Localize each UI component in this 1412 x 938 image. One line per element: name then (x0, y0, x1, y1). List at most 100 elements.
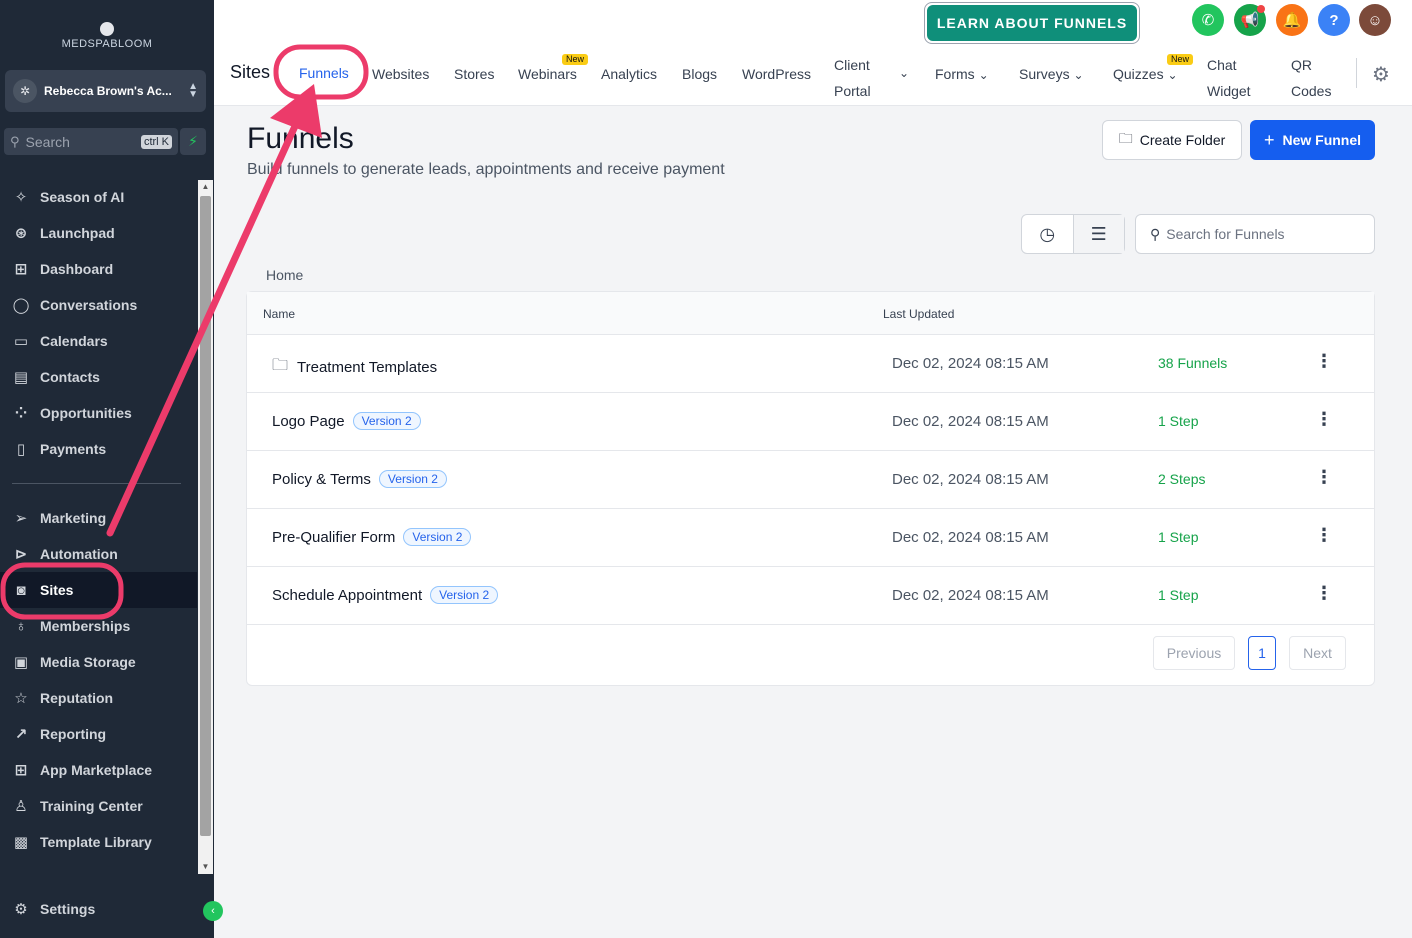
notification-dot (1257, 5, 1265, 13)
column-name[interactable]: Name (263, 307, 295, 321)
sidebar-item-automation[interactable]: ⊳ Automation (0, 536, 197, 572)
account-switcher[interactable]: ✲ Rebecca Brown's Ac... ▲ ▼ (5, 70, 206, 112)
sidebar-item-season-of-ai[interactable]: ✧ Season of AI (0, 179, 197, 215)
new-funnel-button[interactable]: + New Funnel (1250, 120, 1375, 160)
logo-icon (100, 22, 114, 36)
sidebar-item-dashboard[interactable]: ⊞ Dashboard (0, 251, 197, 287)
chevron-down-icon: ⌄ (1167, 68, 1178, 82)
sidebar-item-launchpad[interactable]: ⊛ Launchpad (0, 215, 197, 251)
scroll-down-icon[interactable]: ▼ (198, 860, 213, 874)
help-icon[interactable]: ? (1318, 4, 1350, 36)
badge-icon: ♁ (15, 617, 27, 635)
sidebar-item-reputation[interactable]: ☆ Reputation (0, 680, 197, 716)
more-options-icon[interactable]: ⋮ (1315, 467, 1333, 488)
row-name[interactable]: Treatment Templates (297, 359, 437, 376)
sidebar-item-media-storage[interactable]: ▣ Media Storage (0, 644, 197, 680)
table-row[interactable]: 🗀 Treatment Templates Dec 02, 2024 08:15 … (247, 335, 1374, 393)
table-row[interactable]: Logo Page Version 2 Dec 02, 2024 08:15 AM… (247, 393, 1374, 451)
top-navigation: Sites Funnels Websites Stores Webinars N… (214, 0, 1412, 106)
more-options-icon[interactable]: ⋮ (1315, 351, 1333, 372)
sidebar-item-contacts[interactable]: ▤ Contacts (0, 359, 197, 395)
page-number-button[interactable]: 1 (1248, 636, 1276, 670)
brand-logo[interactable]: MEDSPABLOOM (0, 22, 214, 50)
plus-icon: + (1263, 129, 1275, 150)
tab-webinars[interactable]: Webinars (518, 66, 577, 82)
sidebar-scrollbar[interactable]: ▲ ▼ (198, 180, 213, 874)
row-name[interactable]: Schedule Appointment (272, 587, 422, 604)
table-row[interactable]: Schedule Appointment Version 2 Dec 02, 20… (247, 567, 1374, 625)
search-icon: ⚲ (10, 133, 20, 149)
funnels-table: Name Last Updated 🗀 Treatment Templates D… (246, 291, 1375, 686)
next-page-button[interactable]: Next (1289, 636, 1346, 670)
previous-page-button[interactable]: Previous (1153, 636, 1235, 670)
sidebar-search[interactable]: ⚲ Search ctrl K (4, 128, 178, 155)
account-name: Rebecca Brown's Ac... (44, 84, 172, 98)
tab-qr-codes[interactable]: QR Codes (1291, 52, 1331, 104)
version-badge: Version 2 (430, 586, 499, 604)
tab-stores[interactable]: Stores (454, 66, 494, 82)
list-view-icon[interactable]: ☰ (1072, 215, 1124, 253)
tab-surveys[interactable]: Surveys ⌄ (1019, 66, 1084, 82)
quick-action-button[interactable]: ⚡ (180, 128, 206, 155)
chevron-updown-icon: ▲ ▼ (188, 81, 198, 100)
sidebar-item-training-center[interactable]: ♙ Training Center (0, 788, 197, 824)
sparkle-icon: ✧ (14, 189, 28, 206)
training-icon: ♙ (14, 798, 28, 815)
funnel-search-input[interactable]: ⚲ Search for Funnels (1135, 214, 1375, 254)
breadcrumb[interactable]: Home (266, 267, 303, 283)
column-last-updated[interactable]: Last Updated (883, 307, 954, 321)
tab-chat-widget[interactable]: Chat Widget (1207, 52, 1251, 104)
user-avatar[interactable]: ☺ (1359, 4, 1391, 36)
sidebar-item-calendars[interactable]: ▭ Calendars (0, 323, 197, 359)
tab-websites[interactable]: Websites (372, 66, 429, 82)
create-folder-button[interactable]: 🗀 Create Folder (1102, 120, 1242, 160)
tab-client-portal[interactable]: Client Portal (834, 52, 871, 104)
settings-gear-icon[interactable]: ⚙ (1372, 62, 1390, 87)
scrollbar-thumb[interactable] (200, 196, 211, 836)
send-icon: ➢ (14, 510, 28, 527)
row-name[interactable]: Logo Page (272, 413, 345, 430)
row-name[interactable]: Pre-Qualifier Form (272, 529, 395, 546)
account-avatar-icon: ✲ (13, 79, 37, 103)
tab-funnels[interactable]: Funnels (299, 65, 349, 81)
bell-icon[interactable]: 🔔 (1276, 4, 1308, 36)
learn-about-funnels-button[interactable]: LEARN ABOUT FUNNELS (924, 2, 1140, 44)
payments-icon: ▯ (16, 441, 26, 458)
chevron-down-icon[interactable]: ⌄ (899, 66, 909, 80)
more-options-icon[interactable]: ⋮ (1315, 583, 1333, 604)
sidebar-item-settings[interactable]: ⚙ Settings (0, 891, 197, 927)
sidebar-item-payments[interactable]: ▯ Payments (0, 431, 197, 467)
clock-icon[interactable]: ◷ (1022, 215, 1073, 253)
more-options-icon[interactable]: ⋮ (1315, 409, 1333, 430)
sidebar-item-opportunities[interactable]: ⁘ Opportunities (0, 395, 197, 431)
sidebar-item-app-marketplace[interactable]: ⊞ App Marketplace (0, 752, 197, 788)
more-options-icon[interactable]: ⋮ (1315, 525, 1333, 546)
collapse-sidebar-button[interactable]: ‹ (203, 901, 223, 921)
sidebar-item-memberships[interactable]: ♁ Memberships (0, 608, 197, 644)
sidebar-item-template-library[interactable]: ▩ Template Library (0, 824, 197, 860)
table-row[interactable]: Pre-Qualifier Form Version 2 Dec 02, 2024… (247, 509, 1374, 567)
rocket-icon: ⊛ (14, 225, 28, 242)
row-updated: Dec 02, 2024 08:15 AM (892, 355, 1049, 372)
version-badge: Version 2 (403, 528, 472, 546)
chevron-left-icon: ‹ (211, 905, 215, 917)
sidebar-item-marketing[interactable]: ➢ Marketing (0, 500, 197, 536)
tab-blogs[interactable]: Blogs (682, 66, 717, 82)
chevron-down-icon: ⌄ (1073, 68, 1084, 82)
chevron-down-icon: ⌄ (978, 68, 989, 82)
sidebar-item-conversations[interactable]: ◯ Conversations (0, 287, 197, 323)
opportunities-icon: ⁘ (14, 405, 28, 422)
new-badge: New (1167, 54, 1194, 65)
tab-forms[interactable]: Forms ⌄ (935, 66, 989, 82)
sidebar-item-sites[interactable]: ◙ Sites (0, 572, 197, 608)
row-updated: Dec 02, 2024 08:15 AM (892, 471, 1049, 488)
table-row[interactable]: Policy & Terms Version 2 Dec 02, 2024 08:… (247, 451, 1374, 509)
phone-icon[interactable]: ✆ (1192, 4, 1224, 36)
scroll-up-icon[interactable]: ▲ (198, 180, 213, 194)
row-name[interactable]: Policy & Terms (272, 471, 371, 488)
tab-analytics[interactable]: Analytics (601, 66, 657, 82)
divider (1356, 58, 1357, 88)
tab-wordpress[interactable]: WordPress (742, 66, 811, 82)
sidebar-item-reporting[interactable]: ↗ Reporting (0, 716, 197, 752)
tab-quizzes[interactable]: Quizzes ⌄ (1113, 66, 1178, 82)
